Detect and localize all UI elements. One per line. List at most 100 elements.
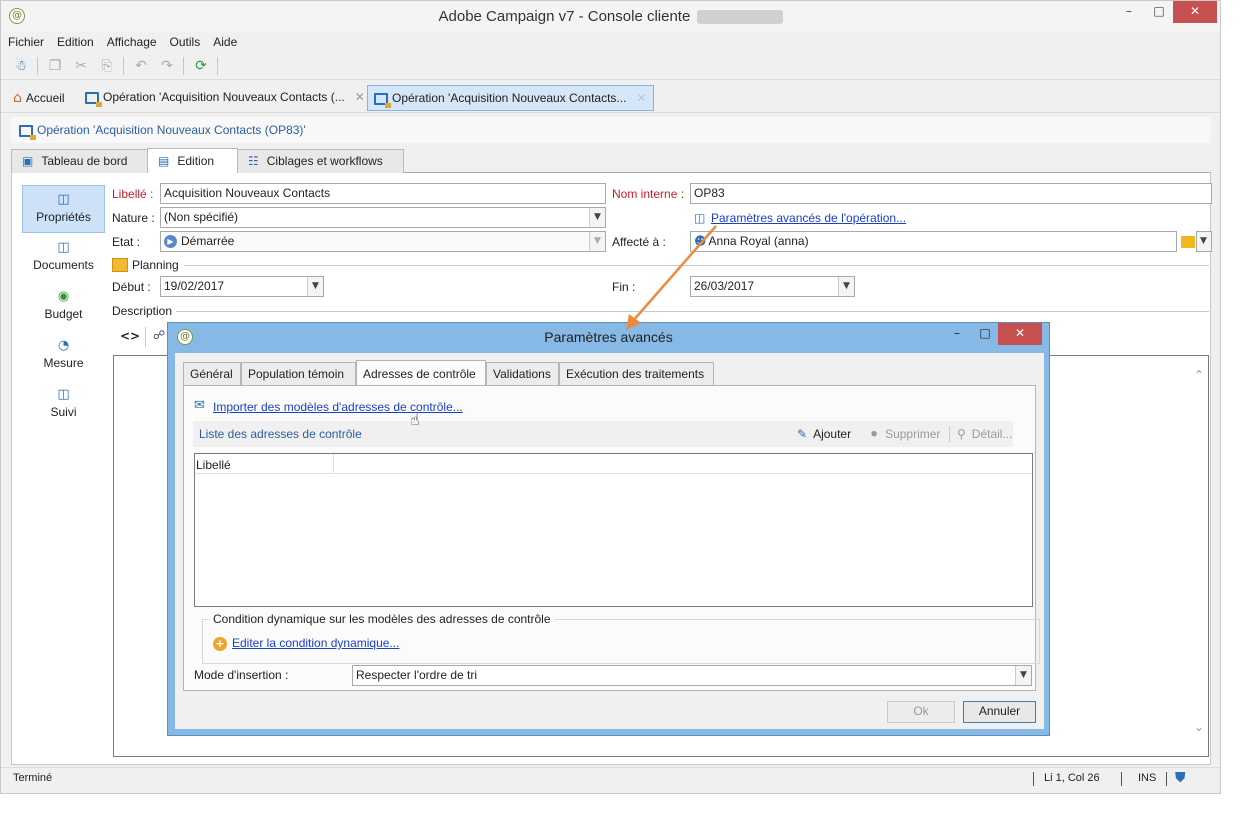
nom-interne-label: Nom interne :	[612, 187, 685, 201]
budget-icon: ◉	[57, 289, 70, 304]
dialog-minimize-button[interactable]: –	[942, 323, 972, 345]
nom-interne-field[interactable]: OP83	[690, 183, 1212, 204]
detail-button[interactable]: ⚲ Détail...	[957, 427, 1012, 441]
redo-icon[interactable]: ↷	[157, 56, 177, 76]
affecte-field[interactable]: ☻ Anna Royal (anna)	[690, 231, 1177, 252]
chevron-down-icon[interactable]: ▼	[589, 208, 605, 227]
libelle-field[interactable]: Acquisition Nouveaux Contacts	[160, 183, 606, 204]
chevron-down-icon[interactable]: ▼	[589, 232, 605, 251]
document-tabs: ⌂ Accueil Opération 'Acquisition Nouveaux…	[1, 83, 1220, 113]
add-condition-icon: +	[213, 636, 227, 651]
doc-tab-operation-1[interactable]: Opération 'Acquisition Nouveaux Contacts…	[79, 85, 371, 111]
grid-header: Libellé	[195, 454, 1032, 474]
tab-adresses-de-controle[interactable]: Adresses de contrôle	[356, 360, 486, 386]
clipboard-icon: ◫	[57, 192, 70, 207]
dialog-title: Paramètres avancés	[544, 329, 673, 345]
dialog-body: Général Population témoin Adresses de co…	[175, 353, 1044, 729]
import-mail-icon: ✉	[194, 398, 205, 413]
doc-tab-operation-2[interactable]: Opération 'Acquisition Nouveaux Contacts…	[367, 85, 654, 111]
doc-tab-accueil[interactable]: ⌂ Accueil	[7, 85, 71, 111]
cut-icon[interactable]: ✂	[71, 56, 91, 76]
sidebar-item-suivi[interactable]: ◫ Suivi	[22, 381, 105, 429]
edit-condition-link[interactable]: Editer la condition dynamique...	[232, 636, 399, 650]
operation-icon	[374, 92, 391, 108]
folder-icon[interactable]	[1181, 236, 1195, 248]
control-address-grid[interactable]: Libellé	[194, 453, 1033, 607]
menu-aide[interactable]: Aide	[206, 32, 243, 49]
binoculars-icon[interactable]: ☍	[153, 328, 165, 342]
tab-validations[interactable]: Validations	[486, 362, 559, 385]
fin-field[interactable]: 26/03/2017 ▼	[690, 276, 855, 297]
minimize-button[interactable]: –	[1113, 1, 1145, 23]
refresh-icon[interactable]: ⟳	[191, 56, 211, 76]
menu-affichage[interactable]: Affichage	[100, 32, 163, 49]
advanced-params-link[interactable]: Paramètres avancés de l'opération...	[711, 211, 906, 225]
nature-select[interactable]: (Non spécifié) ▼	[160, 207, 606, 228]
group-title: Condition dynamique sur les modèles des …	[210, 612, 554, 626]
add-user-icon[interactable]: ☃	[11, 56, 31, 76]
add-button[interactable]: ✎ Ajouter	[797, 427, 851, 441]
tab-general[interactable]: Général	[183, 362, 241, 385]
section-tabs: ▣ Tableau de bord ▤ Edition ☷ Ciblages et w…	[11, 148, 1211, 173]
hand-cursor-icon: ☝	[410, 410, 420, 429]
close-tab-icon[interactable]: ✕	[355, 90, 365, 104]
scroll-down-icon[interactable]: ⌄	[1194, 720, 1204, 734]
chevron-down-icon[interactable]: ▼	[1197, 232, 1211, 251]
documents-icon: ◫	[57, 240, 70, 255]
menu-bar: Fichier Edition Affichage Outils Aide	[1, 32, 1220, 52]
operation-icon	[85, 91, 102, 107]
user-icon: ☻	[694, 234, 707, 248]
chevron-down-icon[interactable]: ▼	[1015, 666, 1031, 685]
tab-edition[interactable]: ▤ Edition	[147, 148, 238, 173]
close-tab-icon[interactable]: ✕	[636, 91, 646, 105]
close-button[interactable]: ✕	[1173, 1, 1217, 23]
dialog-close-button[interactable]: ✕	[998, 323, 1042, 345]
list-toolbar: Liste des adresses de contrôle ✎ Ajouter …	[193, 421, 1013, 447]
menu-fichier[interactable]: Fichier	[1, 32, 50, 49]
insert-mode: INS	[1138, 772, 1157, 784]
paste-icon[interactable]: ⎘	[97, 56, 117, 76]
column-libelle[interactable]: Libellé	[196, 458, 231, 472]
ok-button[interactable]: Ok	[887, 701, 955, 723]
edit-form-icon: ▤	[158, 154, 170, 168]
sidebar-item-mesure[interactable]: ◔ Mesure	[22, 332, 105, 380]
copy-icon[interactable]: ❐	[45, 56, 65, 76]
cancel-button[interactable]: Annuler	[963, 701, 1036, 723]
maximize-button[interactable]: □	[1143, 1, 1175, 23]
trash-icon: ⚫	[869, 427, 880, 441]
dialog-maximize-button[interactable]: □	[970, 323, 1000, 345]
chevron-down-icon[interactable]: ▼	[307, 277, 323, 296]
fin-label: Fin :	[612, 280, 636, 294]
tab-ciblages-workflows[interactable]: ☷ Ciblages et workflows	[237, 149, 404, 173]
sidebar-item-proprietes[interactable]: ◫ Propriétés	[22, 185, 105, 233]
tab-population-temoin[interactable]: Population témoin	[241, 362, 356, 385]
menu-outils[interactable]: Outils	[163, 32, 207, 49]
affecte-dropdown[interactable]: ▼	[1196, 231, 1212, 252]
etat-select[interactable]: ▶ Démarrée ▼	[160, 231, 606, 252]
tab-tableau-de-bord[interactable]: ▣ Tableau de bord	[11, 149, 148, 173]
debut-field[interactable]: 19/02/2017 ▼	[160, 276, 324, 297]
scroll-up-icon[interactable]: ⌃	[1194, 368, 1204, 382]
clipboard-link-icon: ◫	[694, 211, 706, 225]
dynamic-condition-group: Condition dynamique sur les modèles des …	[202, 612, 1040, 664]
source-code-icon[interactable]: <>	[120, 329, 140, 343]
menu-edition[interactable]: Edition	[50, 32, 100, 49]
home-icon: ⌂	[13, 90, 22, 106]
add-icon: ✎	[797, 427, 808, 441]
title-bar: @ Adobe Campaign v7 - Console cliente – …	[1, 1, 1220, 32]
status-text: Terminé	[13, 772, 53, 784]
delete-button[interactable]: ⚫ Supprimer	[869, 427, 940, 441]
mode-insertion-label: Mode d'insertion :	[194, 668, 289, 682]
sidebar-item-documents[interactable]: ◫ Documents	[22, 234, 105, 282]
chevron-down-icon[interactable]: ▼	[838, 277, 854, 296]
mode-insertion-select[interactable]: Respecter l'ordre de tri ▼	[352, 665, 1032, 686]
affecte-label: Affecté à :	[612, 235, 666, 249]
import-models-link[interactable]: Importer des modèles d'adresses de contr…	[213, 400, 463, 414]
sidebar: ◫ Propriétés ◫ Documents ◉ Budget ◔ Mesure ◫…	[22, 185, 105, 430]
sidebar-item-budget[interactable]: ◉ Budget	[22, 283, 105, 331]
undo-icon[interactable]: ↶	[131, 56, 151, 76]
cursor-position: Li 1, Col 26	[1044, 772, 1100, 784]
tab-execution-traitements[interactable]: Exécution des traitements	[559, 362, 714, 385]
nature-label: Nature :	[112, 211, 155, 225]
advanced-params-dialog: @ Paramètres avancés – □ ✕ Général Popul…	[167, 322, 1050, 736]
